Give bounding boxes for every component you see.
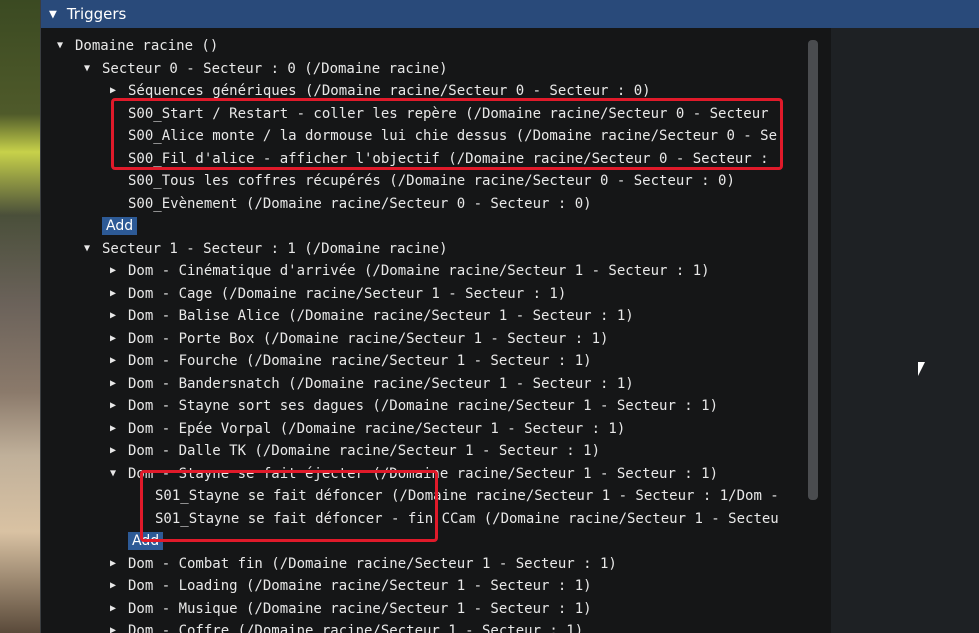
triggers-window: ▼ Triggers ▼ Domaine racine () ▼ Secteur… xyxy=(40,0,979,633)
triangle-down-icon[interactable]: ▼ xyxy=(84,58,102,80)
triangle-down-icon[interactable]: ▼ xyxy=(84,238,102,260)
triangle-right-icon[interactable]: ▶ xyxy=(110,305,128,327)
mouse-cursor-icon xyxy=(918,362,925,376)
tree-node[interactable]: ▶ Dom - Bandersnatch (/Domaine racine/Sec… xyxy=(110,373,634,395)
tree-node[interactable]: ▶ Dom - Combat fin (/Domaine racine/Secte… xyxy=(110,553,617,575)
tree-node-label: Dom - Cinématique d'arrivée (/Domaine ra… xyxy=(128,263,710,279)
tree-node-root[interactable]: ▼ Domaine racine () xyxy=(57,35,218,57)
tree-node[interactable]: ▶ Dom - Stayne sort ses dagues (/Domaine … xyxy=(110,395,718,417)
triangle-right-icon[interactable]: ▶ xyxy=(110,440,128,462)
tree-node[interactable]: ▶ Dom - Dalle TK (/Domaine racine/Secteur… xyxy=(110,440,600,462)
tree-node[interactable]: ▶ Dom - Balise Alice (/Domaine racine/Sec… xyxy=(110,305,634,327)
tree-node-label: Dom - Bandersnatch (/Domaine racine/Sect… xyxy=(128,376,634,392)
highlight-box-sector1 xyxy=(140,470,438,542)
triangle-down-icon[interactable]: ▼ xyxy=(49,7,57,22)
tree-node-label: Dom - Combat fin (/Domaine racine/Secteu… xyxy=(128,556,617,572)
tree-panel: ▼ Domaine racine () ▼ Secteur 0 - Secteu… xyxy=(41,28,831,633)
tree-node-label: Dom - Stayne sort ses dagues (/Domaine r… xyxy=(128,398,719,414)
triangle-right-icon[interactable]: ▶ xyxy=(110,620,128,633)
highlight-box-sector0 xyxy=(111,98,783,170)
triangle-right-icon[interactable]: ▶ xyxy=(110,260,128,282)
triangle-right-icon[interactable]: ▶ xyxy=(110,575,128,597)
tree-node-label: Secteur 0 - Secteur : 0 (/Domaine racine… xyxy=(102,61,448,77)
triangle-right-icon[interactable]: ▶ xyxy=(110,283,128,305)
tree-leaf-label: S00_Evènement (/Domaine racine/Secteur 0… xyxy=(128,196,592,212)
tree-node[interactable]: ▶ Dom - Musique (/Domaine racine/Secteur … xyxy=(110,598,592,620)
vertical-scrollbar[interactable] xyxy=(808,40,818,500)
triangle-right-icon[interactable]: ▶ xyxy=(110,328,128,350)
triangle-down-icon[interactable]: ▼ xyxy=(110,463,128,485)
triangle-right-icon[interactable]: ▶ xyxy=(110,373,128,395)
tree-node-label: Dom - Cage (/Domaine racine/Secteur 1 - … xyxy=(128,286,567,302)
tree-node-sector-1[interactable]: ▼ Secteur 1 - Secteur : 1 (/Domaine raci… xyxy=(84,238,448,260)
tree-node[interactable]: ▶ Dom - Cinématique d'arrivée (/Domaine r… xyxy=(110,260,710,282)
tree-node[interactable]: ▶ Dom - Cage (/Domaine racine/Secteur 1 -… xyxy=(110,283,566,305)
add-button[interactable]: Add xyxy=(102,217,138,235)
triangle-right-icon[interactable]: ▶ xyxy=(110,350,128,372)
right-empty-area xyxy=(831,28,979,633)
tree-node-label: Dom - Loading (/Domaine racine/Secteur 1… xyxy=(128,578,592,594)
tree-leaf[interactable]: S00_Evènement (/Domaine racine/Secteur 0… xyxy=(128,193,592,215)
tree-node-label: Dom - Musique (/Domaine racine/Secteur 1… xyxy=(128,601,592,617)
tree-node-label: Dom - Coffre (/Domaine racine/Secteur 1 … xyxy=(128,623,584,633)
tree-node-label: Dom - Dalle TK (/Domaine racine/Secteur … xyxy=(128,443,601,459)
tree-node[interactable]: ▶ Dom - Fourche (/Domaine racine/Secteur … xyxy=(110,350,592,372)
tree-node-sector-0[interactable]: ▼ Secteur 0 - Secteur : 0 (/Domaine raci… xyxy=(84,58,448,80)
triangle-right-icon[interactable]: ▶ xyxy=(110,553,128,575)
triangle-right-icon[interactable]: ▶ xyxy=(110,418,128,440)
window-titlebar[interactable]: ▼ Triggers xyxy=(41,0,979,28)
tree-node-label: Dom - Epée Vorpal (/Domaine racine/Secte… xyxy=(128,421,626,437)
tree-leaf-label: S00_Tous les coffres récupérés (/Domaine… xyxy=(128,173,735,189)
tree-leaf[interactable]: S00_Tous les coffres récupérés (/Domaine… xyxy=(128,170,735,192)
tree-node-label: Domaine racine () xyxy=(75,38,219,54)
tree-node[interactable]: ▶ Dom - Porte Box (/Domaine racine/Secteu… xyxy=(110,328,608,350)
tree-node[interactable]: ▶ Dom - Loading (/Domaine racine/Secteur … xyxy=(110,575,592,597)
tree-node[interactable]: ▶ Dom - Epée Vorpal (/Domaine racine/Sect… xyxy=(110,418,625,440)
window-title: Triggers xyxy=(66,5,127,23)
background-scene xyxy=(0,0,40,633)
triangle-down-icon[interactable]: ▼ xyxy=(57,35,75,57)
tree-node-label: Dom - Balise Alice (/Domaine racine/Sect… xyxy=(128,308,634,324)
triangle-right-icon[interactable]: ▶ xyxy=(110,395,128,417)
tree-node[interactable]: ▶ Dom - Coffre (/Domaine racine/Secteur 1… xyxy=(110,620,583,633)
tree-node-label: Dom - Porte Box (/Domaine racine/Secteur… xyxy=(128,331,609,347)
triangle-right-icon[interactable]: ▶ xyxy=(110,598,128,620)
tree-node-label: Secteur 1 - Secteur : 1 (/Domaine racine… xyxy=(102,241,448,257)
tree-node-label: Dom - Fourche (/Domaine racine/Secteur 1… xyxy=(128,353,592,369)
